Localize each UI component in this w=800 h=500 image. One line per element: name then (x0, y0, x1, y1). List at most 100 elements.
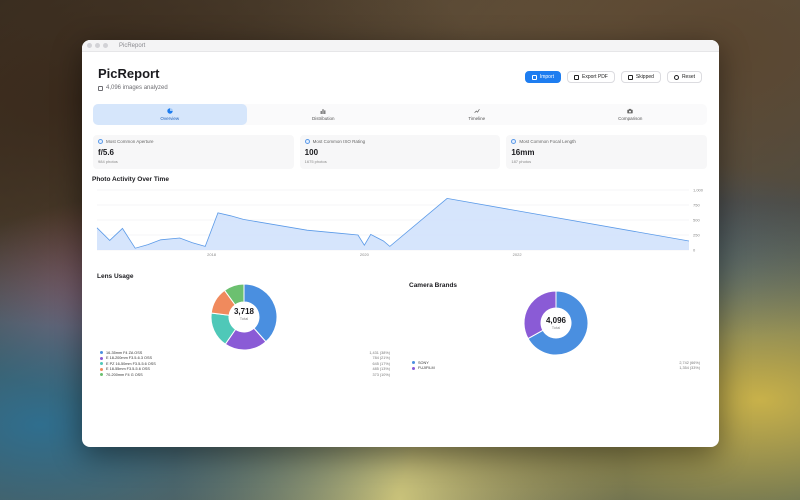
legend-value: 1,431 (38%) (369, 350, 390, 355)
x-tick-label: 2022 (513, 252, 523, 257)
skipped-label: Skipped (635, 74, 654, 80)
camera-icon (627, 108, 633, 114)
import-label: Import (539, 74, 555, 80)
tab-label: Overview (160, 116, 180, 121)
pie-chart-icon (167, 108, 173, 114)
stat-value: 16mm (511, 148, 535, 157)
stat-value: 100 (304, 148, 319, 157)
stat-cards: Most Common Aperture f/5.6 984 photos Mo… (93, 135, 708, 169)
legend-swatch (100, 356, 103, 360)
lens-total-value: 3,718 (233, 307, 255, 316)
legend-value: 485 (13%) (372, 367, 390, 372)
stat-value: f/5.6 (98, 148, 115, 157)
iso-icon (304, 139, 310, 144)
y-tick-label: 500 (693, 218, 700, 223)
reset-icon (673, 74, 679, 80)
legend-name: E 18-55mm F3.5-5.6 OSS (106, 367, 150, 372)
legend-row: 16-35mm F4 ZA OSS 1,431 (38%) (100, 350, 390, 356)
legend-value: 1,354 (33%) (679, 366, 700, 371)
stat-card-focal-length: Most Common Focal Length 16mm 187 photos (506, 135, 708, 169)
legend-swatch (100, 367, 103, 371)
close-window-button[interactable] (87, 43, 92, 48)
image-count: 4,096 images analyzed (98, 85, 168, 91)
lens-total: 3,718 Total (208, 307, 280, 321)
tab-overview[interactable]: Overview (93, 104, 247, 125)
stat-sub: 1675 photos (304, 159, 327, 164)
stat-label: Most Common Aperture (106, 139, 154, 144)
title-bar: PicReport (82, 40, 719, 52)
legend-value: 373 (10%) (372, 372, 390, 377)
legend-swatch (100, 362, 103, 366)
legend-name: 16-35mm F4 ZA OSS (106, 350, 143, 355)
legend-name: SONY (418, 360, 429, 365)
lens-legend: 16-35mm F4 ZA OSS 1,431 (38%) E 18-200mm F… (100, 350, 390, 378)
focal-length-icon (511, 139, 517, 144)
y-tick-label: 0 (693, 248, 696, 253)
view-tabs: Overview Distribution Timeline Compariso… (93, 104, 707, 125)
stat-card-iso: Most Common ISO Rating 100 1675 photos (299, 135, 501, 169)
bar-chart-icon (320, 109, 326, 114)
zoom-window-button[interactable] (103, 43, 108, 48)
legend-value: 645 (17%) (372, 361, 390, 366)
y-tick-label: 250 (693, 233, 700, 238)
legend-row: 70-200mm F4 G OSS 373 (10%) (100, 372, 390, 378)
tab-comparison[interactable]: Comparison (554, 104, 708, 125)
x-tick-label: 2020 (360, 252, 370, 257)
reset-label: Reset (681, 74, 695, 80)
legend-row: SONY 2,742 (66%) (412, 360, 700, 366)
stat-sub: 984 photos (98, 159, 118, 164)
lens-usage-title: Lens Usage (97, 273, 134, 280)
legend-row: FUJIFILM 1,354 (33%) (412, 366, 700, 372)
y-tick-label: 750 (693, 203, 700, 208)
legend-swatch (100, 373, 103, 377)
brands-total: 4,096 Total (523, 316, 589, 330)
x-tick-label: 2018 (207, 252, 217, 257)
activity-title: Photo Activity Over Time (92, 176, 169, 183)
photo-icon (98, 85, 103, 91)
skipped-button[interactable]: Skipped (620, 71, 661, 83)
reset-button[interactable]: Reset (666, 71, 702, 83)
y-tick-label: 1,000 (693, 188, 704, 193)
lens-total-label: Total (239, 316, 249, 321)
pie-slice (523, 290, 557, 340)
minimize-window-button[interactable] (95, 43, 100, 48)
legend-swatch (412, 361, 415, 365)
legend-row: E 18-55mm F3.5-5.6 OSS 485 (13%) (100, 367, 390, 373)
legend-row: E PZ 16-50mm F3.5-5.6 OSS 645 (17%) (100, 361, 390, 367)
list-icon (627, 74, 633, 80)
legend-swatch (100, 351, 103, 355)
brands-total-label: Total (551, 325, 561, 330)
legend-name: FUJIFILM (418, 366, 435, 371)
import-icon (531, 74, 537, 80)
tab-label: Timeline (468, 116, 486, 121)
stat-card-aperture: Most Common Aperture f/5.6 984 photos (93, 135, 294, 169)
camera-brands-title: Camera Brands (409, 282, 458, 289)
brands-total-value: 4,096 (545, 316, 567, 325)
app-window: PicReport PicReport 4,096 images analyze… (82, 40, 719, 447)
image-count-text: 4,096 images analyzed (106, 85, 168, 91)
tab-label: Distribution (311, 116, 335, 121)
header: PicReport 4,096 images analyzed (98, 66, 168, 91)
legend-name: 70-200mm F4 G OSS (106, 372, 143, 377)
activity-area (97, 198, 689, 250)
tab-timeline[interactable]: Timeline (400, 104, 554, 125)
stat-label: Most Common Focal Length (519, 139, 576, 144)
tab-distribution[interactable]: Distribution (247, 104, 401, 125)
legend-row: E 18-200mm F3.5-6.3 OSS 784 (21%) (100, 356, 390, 362)
toolbar: Import Export PDF Skipped Reset (524, 71, 702, 83)
brands-legend: SONY 2,742 (66%) FUJIFILM 1,354 (33%) (412, 360, 700, 371)
document-icon (574, 74, 580, 80)
export-label: Export PDF (582, 74, 608, 80)
legend-name: E 18-200mm F3.5-6.3 OSS (106, 356, 153, 361)
legend-value: 784 (21%) (372, 356, 390, 361)
activity-chart: 1,000 750 500 250 0 2018 2020 2022 (96, 188, 704, 257)
stat-label: Most Common ISO Rating (312, 139, 366, 144)
legend-value: 2,742 (66%) (679, 360, 700, 365)
tab-label: Comparison (618, 116, 643, 121)
aperture-icon (98, 139, 103, 144)
line-chart-icon (474, 109, 480, 114)
export-pdf-button[interactable]: Export PDF (567, 71, 615, 83)
window-title: PicReport (119, 42, 146, 49)
import-button[interactable]: Import (524, 71, 562, 83)
legend-name: E PZ 16-50mm F3.5-5.6 OSS (106, 361, 156, 366)
